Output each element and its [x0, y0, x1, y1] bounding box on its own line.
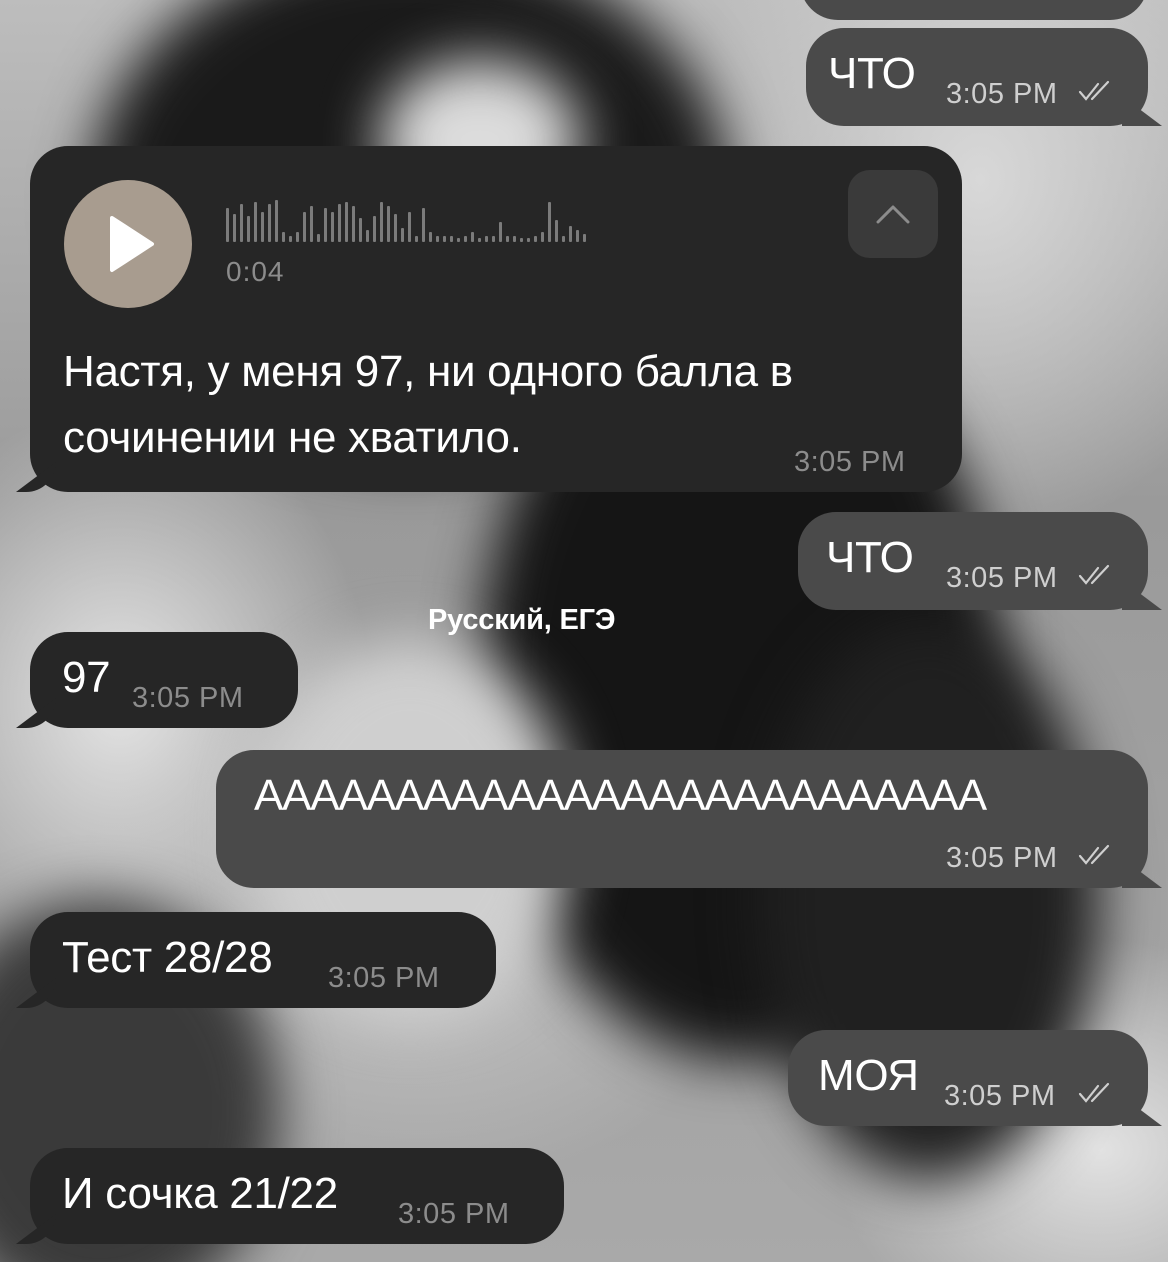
voice-transcript-line-2: сочинении не хватило.: [63, 413, 522, 462]
waveform-bar: [310, 206, 313, 242]
message-text: ЧТО: [828, 49, 916, 98]
waveform-bar: [317, 234, 320, 242]
double-check-icon: [1078, 80, 1112, 102]
message-text: АААААААААААААААААААААААААА: [254, 771, 987, 820]
waveform-bar: [359, 218, 362, 242]
waveform-bar: [324, 208, 327, 242]
waveform-bar: [401, 228, 404, 242]
message-time: 3:05 PM: [946, 562, 1058, 594]
double-check-icon: [1078, 844, 1112, 866]
waveform-bar: [457, 238, 460, 242]
message-bubble-incoming[interactable]: И сочка 21/22 3:05 PM: [30, 1148, 564, 1244]
waveform-bar: [233, 214, 236, 242]
waveform-bar: [408, 212, 411, 242]
waveform-bar: [275, 200, 278, 242]
waveform-bar: [380, 202, 383, 242]
message-bubble-outgoing[interactable]: АААААААААААААААААААААААААА 3:05 PM: [216, 750, 1148, 888]
waveform-bar: [450, 236, 453, 242]
message-time: 3:05 PM: [328, 962, 440, 994]
waveform-bar: [422, 208, 425, 242]
waveform-bar: [303, 212, 306, 242]
transcribe-button[interactable]: [848, 170, 938, 258]
waveform-bar: [548, 202, 551, 242]
waveform-bar: [352, 206, 355, 242]
waveform-bar: [366, 230, 369, 242]
waveform-bar: [471, 232, 474, 242]
waveform-bar: [569, 226, 572, 242]
waveform-bar: [429, 232, 432, 242]
message-text: И сочка 21/22: [62, 1169, 338, 1218]
waveform-bar: [289, 236, 292, 242]
message-text: 97: [62, 653, 111, 702]
message-bubble-incoming[interactable]: Тест 28/28 3:05 PM: [30, 912, 496, 1008]
message-time: 3:05 PM: [132, 682, 244, 714]
message-text: ЧТО: [826, 533, 914, 582]
message-bubble-outgoing[interactable]: ЧТО 3:05 PM: [798, 512, 1148, 610]
voice-message-bubble[interactable]: 0:04 Настя, у меня 97, ни одного балла в…: [30, 146, 962, 492]
waveform-bar: [373, 216, 376, 242]
message-time: 3:05 PM: [946, 842, 1058, 874]
message-text: Тест 28/28: [62, 933, 273, 982]
waveform-bar: [527, 238, 530, 242]
message-text: МОЯ: [818, 1051, 919, 1100]
waveform-bar: [338, 204, 341, 242]
voice-transcript-line-1: Настя, у меня 97, ни одного балла в: [63, 347, 793, 396]
waveform-bar: [485, 236, 488, 242]
waveform-bar: [415, 236, 418, 242]
waveform-bar: [436, 236, 439, 242]
message-bubble-outgoing[interactable]: ЧТО 3:05 PM: [806, 28, 1148, 126]
waveform-bar: [296, 232, 299, 242]
play-icon: [110, 216, 154, 272]
voice-duration: 0:04: [226, 256, 285, 287]
double-check-icon: [1078, 1082, 1112, 1104]
waveform-bar: [506, 236, 509, 242]
waveform-bar: [331, 212, 334, 242]
voice-waveform[interactable]: [226, 198, 586, 242]
waveform-bar: [226, 208, 229, 242]
waveform-bar: [583, 234, 586, 242]
waveform-bar: [555, 220, 558, 242]
play-button[interactable]: [64, 180, 192, 308]
waveform-bar: [387, 206, 390, 242]
waveform-bar: [492, 236, 495, 242]
waveform-bar: [576, 230, 579, 242]
waveform-bar: [443, 236, 446, 242]
message-time: 3:05 PM: [398, 1198, 510, 1230]
waveform-bar: [478, 238, 481, 242]
message-time: 3:05 PM: [794, 446, 906, 478]
message-bubble-incoming[interactable]: 97 3:05 PM: [30, 632, 298, 728]
waveform-bar: [261, 212, 264, 242]
waveform-bar: [534, 236, 537, 242]
waveform-bar: [247, 216, 250, 242]
waveform-bar: [464, 236, 467, 242]
waveform-bar: [499, 222, 502, 242]
waveform-bar: [520, 238, 523, 242]
waveform-bar: [254, 202, 257, 242]
waveform-bar: [562, 236, 565, 242]
message-time: 3:05 PM: [944, 1080, 1056, 1112]
waveform-bar: [394, 214, 397, 242]
chevron-up-icon: [876, 205, 910, 224]
message-time: 3:05 PM: [946, 78, 1058, 110]
waveform-bar: [282, 232, 285, 242]
waveform-bar: [240, 204, 243, 242]
message-bubble-partial[interactable]: [800, 0, 1148, 20]
double-check-icon: [1078, 564, 1112, 586]
message-bubble-outgoing[interactable]: МОЯ 3:05 PM: [788, 1030, 1148, 1126]
waveform-bar: [268, 204, 271, 242]
story-caption: Русский, ЕГЭ: [428, 604, 616, 636]
waveform-bar: [541, 232, 544, 242]
waveform-bar: [345, 202, 348, 242]
waveform-bar: [513, 236, 516, 242]
